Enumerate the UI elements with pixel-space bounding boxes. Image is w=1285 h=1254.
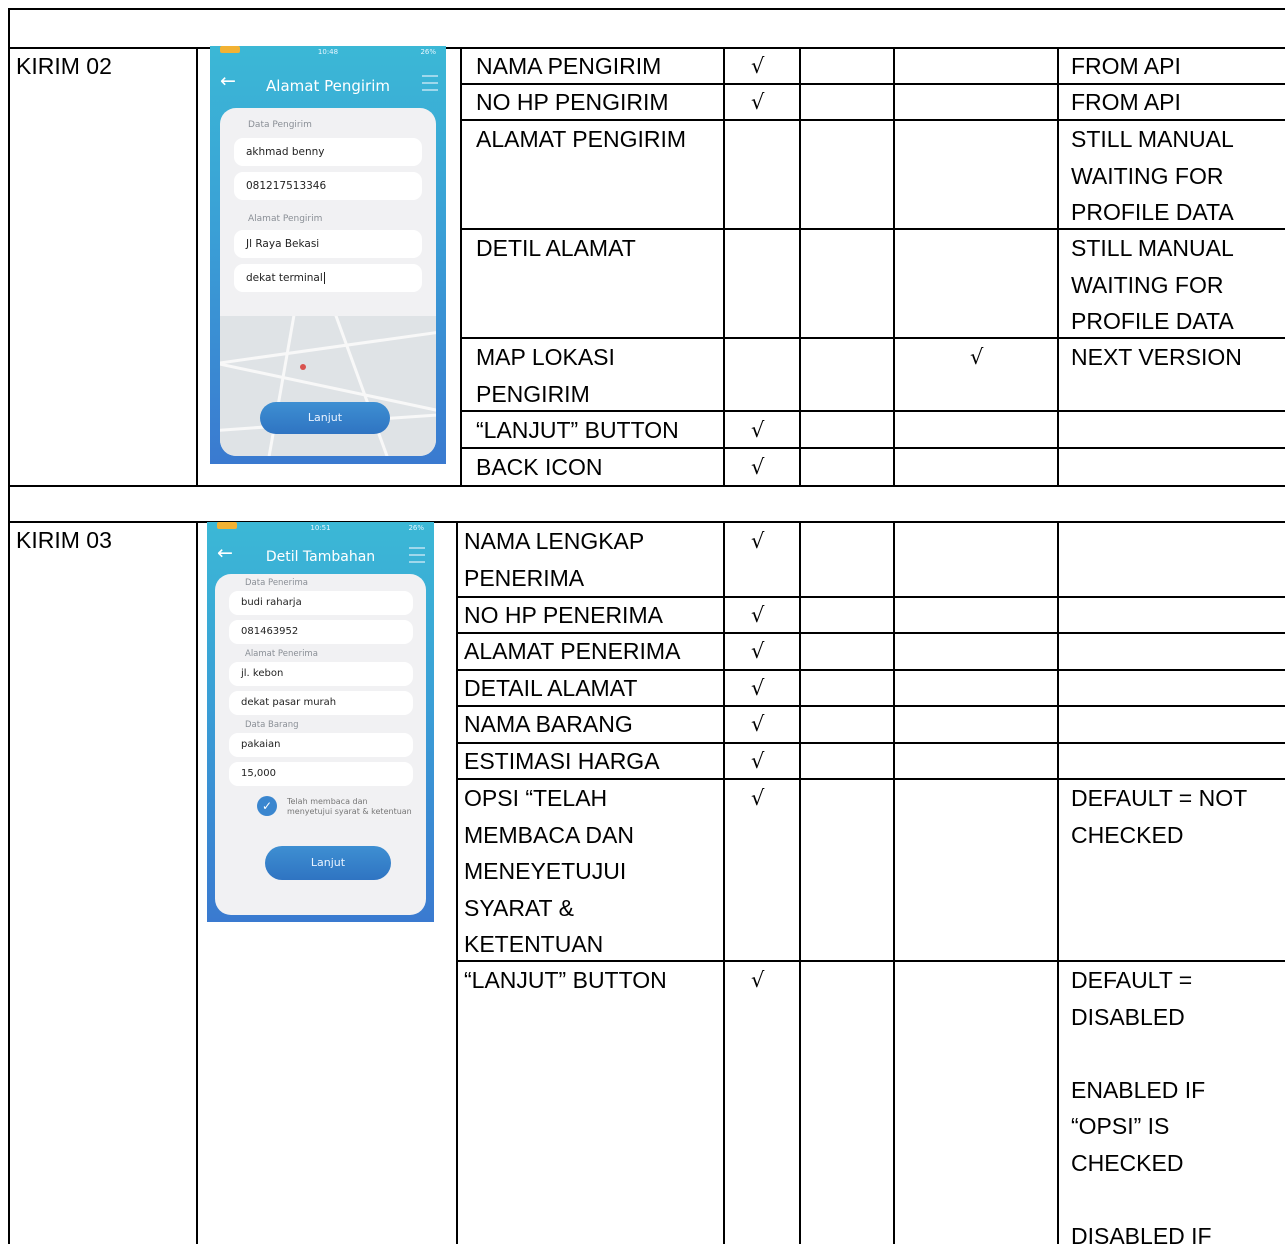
- feature-cell: OPSI “TELAH MEMBACA DAN MENEYETUJUI SYAR…: [464, 785, 634, 957]
- goods-name-field[interactable]: pakaian: [229, 733, 413, 757]
- terms-checkbox-icon[interactable]: ✓: [257, 796, 277, 816]
- row-divider: [8, 485, 1285, 487]
- section-label: Data Penerima: [245, 578, 309, 588]
- feature-cell: DETIL ALAMAT: [476, 235, 636, 261]
- col-divider: [196, 521, 198, 1244]
- check-mark: √: [751, 54, 765, 78]
- col-divider: [799, 521, 801, 1244]
- check-mark: √: [970, 345, 984, 369]
- sender-address-field[interactable]: Jl Raya Bekasi: [234, 230, 422, 258]
- map-road: [266, 316, 297, 456]
- screenshot-detil-tambahan: 10:51 26% ← Detil Tambahan Data Penerima…: [207, 522, 434, 922]
- location-map[interactable]: [220, 316, 436, 456]
- terms-text: Telah membaca dan menyetujui syarat & ke…: [287, 797, 412, 816]
- form-card: Data Penerima budi raharja 081463952 Ala…: [215, 574, 426, 915]
- note-cell: FROM API: [1071, 89, 1181, 115]
- note-cell: DEFAULT = DISABLED ENABLED IF “OPSI” IS …: [1071, 967, 1212, 1249]
- check-mark: √: [751, 90, 765, 114]
- col-divider: [456, 521, 458, 1244]
- note-cell: NEXT VERSION: [1071, 344, 1242, 370]
- lanjut-button[interactable]: Lanjut: [265, 846, 391, 880]
- check-mark: √: [751, 712, 765, 736]
- feature-cell: NAMA PENGIRIM: [476, 53, 662, 79]
- status-bar: 10:51 26%: [207, 522, 434, 536]
- status-time: 10:48: [317, 48, 339, 56]
- receiver-address-field[interactable]: jl. kebon: [229, 662, 413, 686]
- check-mark: √: [751, 639, 765, 663]
- status-battery: 26%: [408, 524, 424, 532]
- menu-icon[interactable]: [409, 547, 425, 568]
- row-divider: [8, 521, 1285, 523]
- check-mark: √: [751, 676, 765, 700]
- col-divider: [1057, 521, 1059, 1244]
- col-divider: [799, 47, 801, 485]
- sender-name-field[interactable]: akhmad benny: [234, 138, 422, 166]
- lanjut-button[interactable]: Lanjut: [260, 402, 390, 434]
- table-border-left: [8, 8, 10, 1244]
- screen-title: Detil Tambahan: [265, 549, 376, 565]
- status-bar: 10:48 26%: [210, 46, 446, 60]
- col-divider: [723, 47, 725, 485]
- feature-cell: ALAMAT PENGIRIM: [476, 126, 687, 152]
- feature-cell: NO HP PENGIRIM: [476, 89, 669, 115]
- sender-detail-field[interactable]: dekat terminal: [234, 264, 422, 292]
- note-cell: DEFAULT = NOT CHECKED: [1071, 785, 1248, 848]
- feature-cell: NAMA LENGKAP PENERIMA: [464, 528, 645, 591]
- feature-cell: NO HP PENERIMA: [464, 602, 663, 628]
- note-cell: STILL MANUAL WAITING FOR PROFILE DATA: [1071, 235, 1234, 334]
- sender-phone-field[interactable]: 081217513346: [234, 172, 422, 200]
- feature-cell: “LANJUT” BUTTON: [464, 967, 667, 993]
- menu-icon[interactable]: [422, 75, 438, 96]
- feature-cell: NAMA BARANG: [464, 711, 633, 737]
- map-road: [332, 316, 391, 456]
- section-label: Alamat Pengirim: [248, 214, 323, 224]
- receiver-detail-field[interactable]: dekat pasar murah: [229, 691, 413, 715]
- col-divider: [893, 47, 895, 485]
- check-mark: √: [751, 418, 765, 442]
- feature-cell: MAP LOKASI PENGIRIM: [476, 344, 615, 407]
- note-cell: STILL MANUAL WAITING FOR PROFILE DATA: [1071, 126, 1234, 225]
- check-mark: √: [751, 529, 765, 553]
- detail-text: dekat terminal: [246, 272, 323, 284]
- section-label: Data Pengirim: [248, 120, 312, 130]
- feature-cell: ESTIMASI HARGA: [464, 748, 660, 774]
- map-road: [220, 327, 436, 368]
- check-mark: √: [751, 749, 765, 773]
- text-caret: [323, 272, 325, 284]
- receiver-phone-field[interactable]: 081463952: [229, 620, 413, 644]
- col-divider: [196, 47, 198, 485]
- col-divider: [1057, 47, 1059, 485]
- screen-title: Alamat Pengirim: [266, 77, 390, 95]
- col-divider: [893, 521, 895, 1244]
- status-battery: 26%: [420, 48, 436, 56]
- spec-table: KIRIM 02 KIRIM 03 NAMA PENGIRIM √ FROM A…: [8, 8, 1285, 1249]
- status-time: 10:51: [310, 524, 331, 532]
- screen-id-label: KIRIM 02: [16, 53, 112, 79]
- feature-cell: ALAMAT PENERIMA: [464, 638, 681, 664]
- col-divider: [460, 47, 462, 485]
- check-mark: √: [751, 786, 765, 810]
- map-pin-icon: [300, 364, 306, 370]
- section-label: Data Barang: [245, 720, 299, 730]
- note-cell: FROM API: [1071, 53, 1181, 79]
- table-border-top: [8, 8, 1285, 10]
- col-divider: [723, 521, 725, 1244]
- form-card: Data Pengirim akhmad benny 081217513346 …: [220, 108, 436, 456]
- feature-cell: BACK ICON: [476, 454, 603, 480]
- receiver-name-field[interactable]: budi raharja: [229, 591, 413, 615]
- check-mark: √: [751, 968, 765, 992]
- screen-id-label: KIRIM 03: [16, 527, 112, 553]
- screenshot-alamat-pengirim: 10:48 26% ← Alamat Pengirim Data Pengiri…: [210, 46, 446, 464]
- feature-cell: “LANJUT” BUTTON: [476, 417, 679, 443]
- check-mark: √: [751, 455, 765, 479]
- price-estimate-field[interactable]: 15,000: [229, 762, 413, 786]
- section-label: Alamat Penerima: [245, 649, 318, 659]
- feature-cell: DETAIL ALAMAT: [464, 675, 638, 701]
- check-mark: √: [751, 603, 765, 627]
